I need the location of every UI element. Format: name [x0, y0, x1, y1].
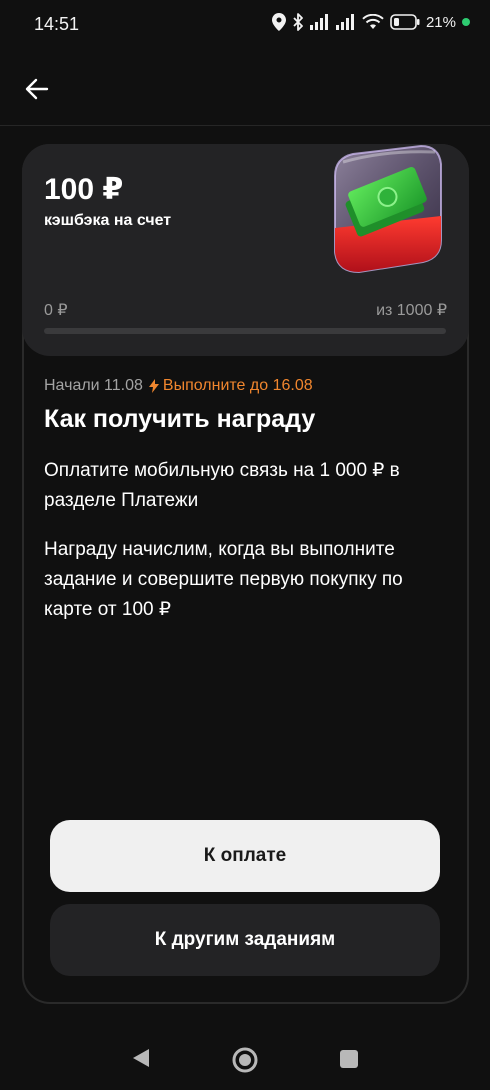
back-button[interactable] [18, 70, 56, 108]
lightning-icon [148, 379, 159, 393]
signal-icon-2 [335, 14, 354, 30]
status-bar: 14:51 21% [0, 0, 490, 52]
reward-condition-text: Награду начислим, когда вы выполните зад… [44, 539, 403, 620]
cash-jar-illustration [334, 144, 442, 274]
signal-icon [309, 14, 328, 30]
bluetooth-icon [293, 13, 303, 31]
progress-end-label: из 1000 ₽ [376, 302, 447, 319]
system-nav-bar [0, 1030, 490, 1090]
arrow-left-icon [25, 78, 49, 100]
progress-start-label: 0 ₽ [44, 302, 68, 319]
task-dates: Начали 11.08 Выполните до 16.08 [44, 377, 313, 395]
pay-button[interactable]: К оплате [50, 820, 440, 892]
nav-recents-icon[interactable] [339, 1049, 359, 1069]
status-icons: 21% [271, 13, 470, 31]
status-time: 14:51 [34, 14, 80, 34]
deadline-date: Выполните до 16.08 [162, 377, 313, 394]
reward-card: 100 ₽ кэшбэка на счет 0 ₽ из 1000 ₽ [22, 144, 469, 356]
battery-icon [390, 14, 420, 30]
other-tasks-button[interactable]: К другим заданиям [50, 904, 440, 976]
nav-back-icon[interactable] [131, 1047, 151, 1069]
wifi-icon [362, 14, 384, 29]
started-date: Начали 11.08 [44, 377, 143, 394]
instruction-text: Оплатите мобильную связь на 1 000 ₽ в ра… [44, 460, 400, 511]
reward-subtitle: кэшбэка на счет [44, 212, 172, 229]
charging-dot [462, 18, 470, 26]
nav-home-icon[interactable] [231, 1046, 259, 1074]
section-title: Как получить награду [44, 405, 316, 433]
progress-bar [44, 328, 446, 334]
location-icon [271, 13, 286, 31]
battery-percent: 21% [425, 13, 456, 31]
top-nav [0, 52, 490, 126]
reward-amount: 100 ₽ [44, 173, 124, 206]
